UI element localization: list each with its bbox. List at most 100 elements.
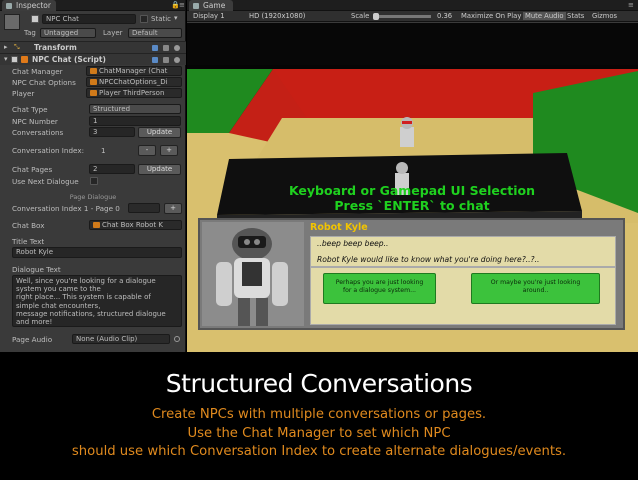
dialogue-line: system you came to the: [16, 285, 101, 294]
update-pages-button[interactable]: Update: [138, 164, 181, 175]
npc-chat-options-label: NPC Chat Options: [12, 78, 76, 87]
chat-pages-row: Chat Pages 2 Update: [0, 164, 186, 175]
chat-manager-field[interactable]: ChatManager (Chat: [86, 66, 182, 76]
inspector-tabbar: Inspector 🔒 ≡: [0, 0, 185, 11]
dialogue-text-box: ..beep beep beep.. Robot Kyle would like…: [310, 236, 616, 267]
maximize-on-play-toggle[interactable]: Maximize On Play: [461, 12, 521, 20]
scale-slider-handle[interactable]: [373, 13, 379, 20]
object-picker-icon[interactable]: [174, 336, 180, 342]
conversation-page-row: Conversation Index 1 - Page 0 +: [0, 203, 186, 214]
npc-chat-options-field[interactable]: NPCChatOptions_Di: [86, 77, 182, 87]
player-row: Player Player ThirdPerson: [0, 88, 186, 99]
tab-inspector[interactable]: Inspector: [2, 0, 56, 11]
conversation-index-label: Conversation Index:: [12, 146, 85, 155]
options-area: Perhaps you are just looking for a dialo…: [310, 267, 616, 325]
game-toolbar: Display 1 HD (1920x1080) Scale 0.36 Maxi…: [187, 11, 638, 22]
layer-dropdown[interactable]: Default: [128, 28, 182, 38]
scale-value: 0.36: [437, 12, 453, 20]
static-checkbox[interactable]: [140, 15, 148, 23]
sign-text: Keyboard or Gamepad UI Selection Press `…: [247, 183, 577, 213]
tag-dropdown[interactable]: Untagged: [40, 28, 96, 38]
conversation-index-value: 1: [101, 146, 106, 155]
chat-manager-row: Chat Manager ChatManager (Chat: [0, 66, 186, 77]
preset-icon[interactable]: [163, 45, 169, 51]
page-field[interactable]: [128, 203, 160, 213]
transform-header[interactable]: ▸ ⤡ Transform: [0, 42, 186, 53]
active-checkbox[interactable]: [31, 15, 39, 23]
stats-toggle[interactable]: Stats: [567, 12, 584, 20]
gear-icon[interactable]: [174, 45, 180, 51]
gear-icon[interactable]: [174, 57, 180, 63]
page-audio-field[interactable]: None (Audio Clip): [72, 334, 170, 344]
gizmos-dropdown[interactable]: Gizmos: [592, 12, 617, 20]
script-label: NPC Chat (Script): [32, 55, 106, 64]
dialogue-text-label: Dialogue Text: [12, 265, 61, 274]
conversations-field[interactable]: 3: [89, 127, 135, 137]
script-enabled-checkbox[interactable]: [11, 56, 18, 63]
robot-portrait: [202, 222, 304, 326]
chat-manager-label: Chat Manager: [12, 67, 63, 76]
menu-icon[interactable]: ≡: [628, 1, 634, 9]
tab-game-label: Game: [203, 1, 226, 10]
inspector-icon: [6, 3, 12, 9]
script-icon: [21, 56, 28, 63]
dialogue-title: Robot Kyle: [310, 222, 368, 233]
chat-manager-value: ChatManager (Chat: [99, 67, 168, 75]
use-next-dialogue-label: Use Next Dialogue: [12, 177, 79, 186]
conversation-index-plus-button[interactable]: +: [160, 145, 178, 156]
collapse-arrow-icon[interactable]: ▾: [4, 55, 8, 63]
layer-label: Layer: [103, 29, 123, 37]
resolution-dropdown[interactable]: HD (1920x1080): [249, 12, 305, 20]
transform-icon: ⤡: [14, 43, 20, 51]
add-page-button[interactable]: +: [164, 203, 182, 214]
chat-box-row: Chat Box Chat Box Robot K: [0, 220, 186, 231]
chat-box-value: Chat Box Robot K: [102, 221, 163, 229]
npc-number-row: NPC Number 1: [0, 116, 186, 127]
conversation-index-minus-button[interactable]: -: [138, 145, 156, 156]
script-header[interactable]: ▾ NPC Chat (Script): [0, 54, 186, 65]
npc-chat-options-value: NPCChatOptions_Di: [99, 78, 168, 86]
use-next-dialogue-checkbox[interactable]: [90, 177, 98, 185]
conversation-index-row: Conversation Index: 1 - +: [0, 145, 186, 156]
dialogue-line: message notifications, structured dialog…: [16, 309, 166, 318]
scale-slider[interactable]: [373, 15, 431, 18]
chat-type-label: Chat Type: [12, 105, 48, 114]
help-icon[interactable]: [152, 57, 158, 63]
npc-number-field[interactable]: 1: [89, 116, 181, 126]
option-button-2[interactable]: Or maybe you're just looking around..: [471, 273, 600, 304]
object-icon: [90, 68, 97, 74]
chat-box-label: Chat Box: [12, 221, 45, 230]
preset-icon[interactable]: [163, 57, 169, 63]
mute-audio-toggle[interactable]: Mute Audio: [523, 12, 566, 20]
chat-pages-label: Chat Pages: [12, 165, 53, 174]
chat-box-field[interactable]: Chat Box Robot K: [89, 220, 182, 230]
object-name-field[interactable]: NPC Chat: [42, 14, 136, 24]
conversations-row: Conversations 3 Update: [0, 127, 186, 138]
npc-number-label: NPC Number: [12, 117, 58, 126]
page-audio-label: Page Audio: [12, 335, 53, 344]
chat-type-dropdown[interactable]: Structured: [89, 104, 181, 114]
chat-pages-field[interactable]: 2: [89, 164, 135, 174]
game-tabbar: Game ≡: [187, 0, 638, 11]
tab-game[interactable]: Game: [189, 0, 233, 11]
game-controller-icon: [193, 3, 199, 9]
tab-inspector-label: Inspector: [16, 1, 51, 10]
player-field[interactable]: Player ThirdPerson: [86, 88, 182, 98]
scale-label: Scale: [351, 12, 370, 20]
dialogue-text-area[interactable]: Well, since you're looking for a dialogu…: [12, 275, 182, 327]
transform-label: Transform: [34, 43, 77, 52]
option-button-1[interactable]: Perhaps you are just looking for a dialo…: [323, 273, 436, 304]
object-icon: [93, 222, 100, 228]
title-text-field[interactable]: Robot Kyle: [12, 247, 182, 258]
conversation-page-label: Conversation Index 1 - Page 0: [12, 204, 120, 213]
inspector-panel: Inspector 🔒 ≡ NPC Chat Static ▾ Tag Unta…: [0, 0, 186, 352]
update-conversations-button[interactable]: Update: [138, 127, 181, 138]
display-dropdown[interactable]: Display 1: [193, 12, 225, 20]
menu-icon[interactable]: ≡: [179, 1, 185, 9]
static-dropdown-arrow-icon[interactable]: ▾: [174, 14, 178, 22]
object-icon: [90, 79, 97, 85]
help-icon[interactable]: [152, 45, 158, 51]
use-next-dialogue-row: Use Next Dialogue: [0, 176, 186, 187]
expand-arrow-icon[interactable]: ▸: [4, 43, 8, 51]
footer-line-1: Create NPCs with multiple conversations …: [151, 407, 487, 422]
